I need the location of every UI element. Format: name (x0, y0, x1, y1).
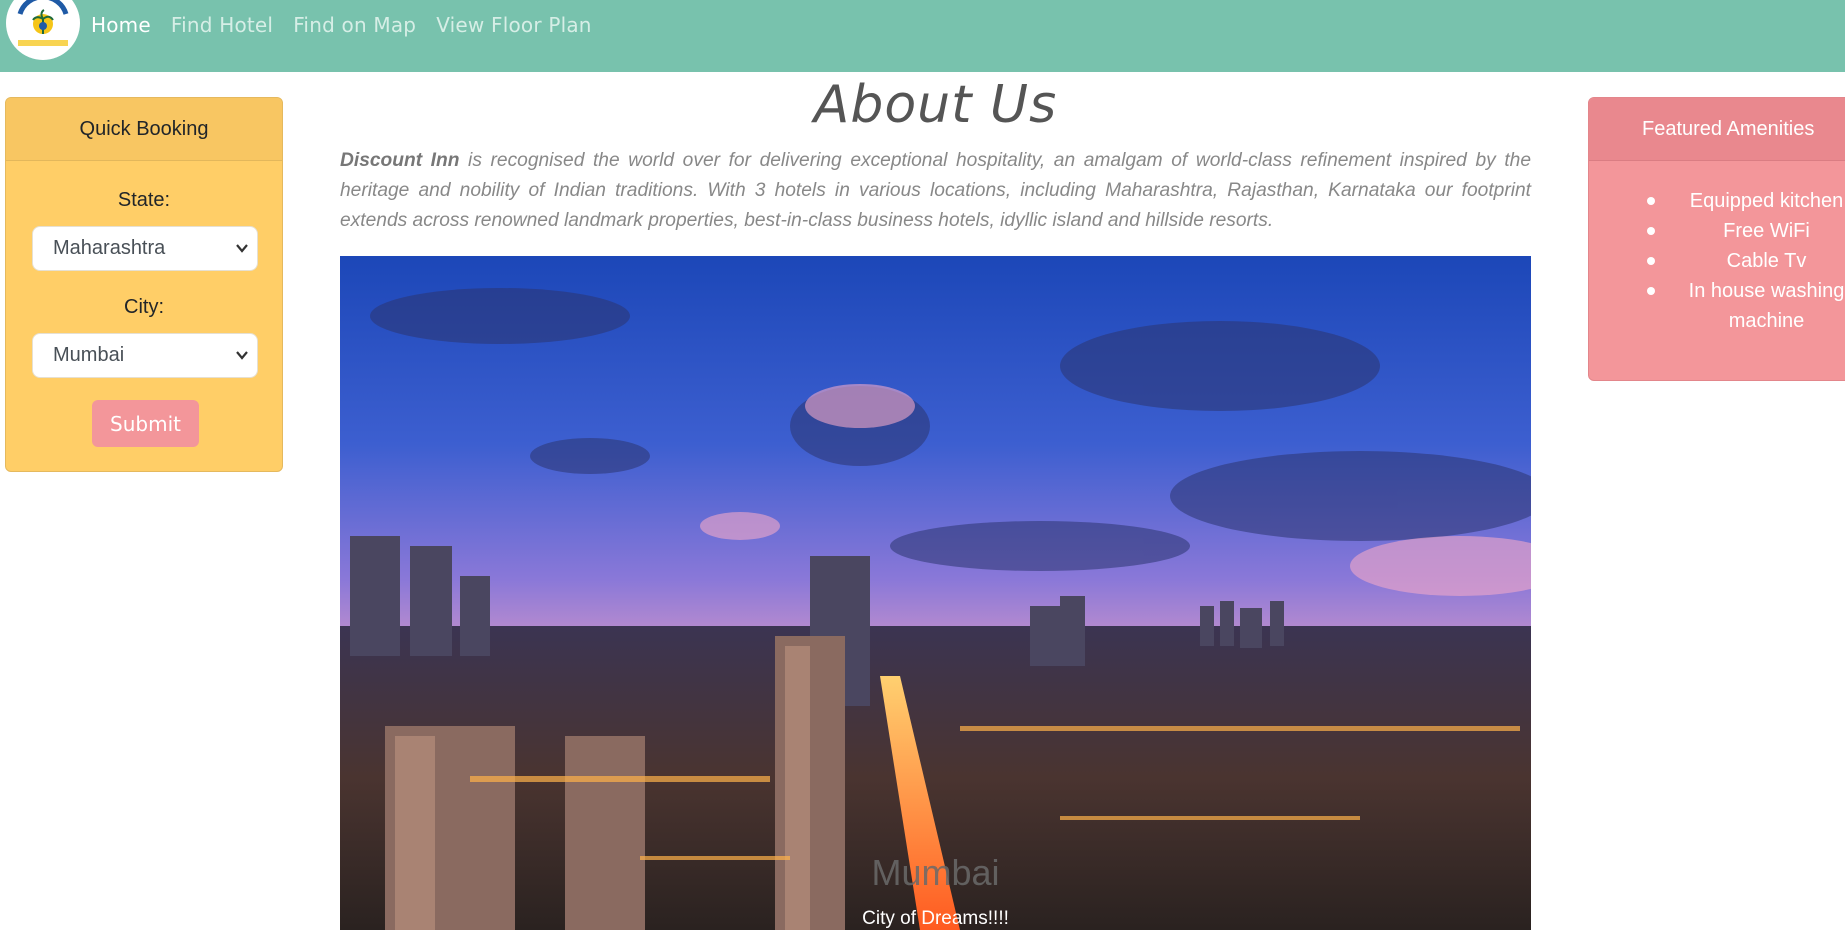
brand-name: Discount Inn (340, 150, 460, 171)
city-label: City: (124, 296, 164, 318)
state-select[interactable]: Maharashtra (32, 226, 258, 271)
city-skyline-image (340, 256, 1531, 930)
brand-logo[interactable] (6, 0, 80, 60)
logo-emblem-icon (7, 0, 79, 59)
submit-button[interactable]: Submit (92, 400, 199, 447)
amenity-item: Free WiFi (1589, 216, 1845, 246)
carousel-caption-text: City of Dreams!!!! (862, 908, 1009, 929)
nav-find-hotel[interactable]: Find Hotel (171, 12, 273, 38)
navbar: Home Find Hotel Find on Map View Floor P… (0, 0, 1845, 72)
amenity-label: Equipped kitchen (1689, 190, 1844, 212)
nav-view-floor-plan[interactable]: View Floor Plan (436, 12, 591, 38)
carousel-caption-title: Mumbai (871, 852, 1000, 893)
about-description: is recognised the world over for deliver… (340, 150, 1531, 231)
page-title: About Us (813, 75, 1058, 135)
chevron-down-icon (236, 244, 248, 253)
chevron-down-icon (236, 351, 248, 360)
amenity-label: Free WiFi (1723, 220, 1810, 242)
nav-find-on-map[interactable]: Find on Map (293, 12, 416, 38)
hero-carousel[interactable]: Mumbai City of Dreams!!!! (340, 256, 1531, 930)
nav-home[interactable]: Home (91, 12, 151, 38)
city-select[interactable]: Mumbai (32, 333, 258, 378)
bullet-icon (1647, 227, 1655, 235)
state-select-value: Maharashtra (53, 237, 166, 259)
state-label: State: (117, 189, 171, 211)
amenity-label: In house washing machine (1688, 280, 1845, 332)
amenity-item: Cable Tv (1589, 246, 1845, 276)
amenity-label: Cable Tv (1726, 250, 1807, 272)
city-select-value: Mumbai (53, 344, 125, 366)
quick-booking-title: Quick Booking (6, 98, 282, 161)
bullet-icon (1647, 287, 1655, 295)
amenity-item: Equipped kitchen (1589, 186, 1845, 216)
amenities-list: Equipped kitchen Free WiFi Cable Tv In h… (1589, 186, 1845, 336)
featured-amenities-title: Featured Amenities (1589, 98, 1845, 161)
bullet-icon (1647, 257, 1655, 265)
quick-booking-card: Quick Booking State: Maharashtra City: M… (5, 97, 283, 472)
bullet-icon (1647, 197, 1655, 205)
amenity-item: In house washing machine (1589, 276, 1845, 336)
about-paragraph: Discount Inn is recognised the world ove… (340, 146, 1531, 236)
featured-amenities-card: Featured Amenities Equipped kitchen Free… (1588, 97, 1845, 381)
